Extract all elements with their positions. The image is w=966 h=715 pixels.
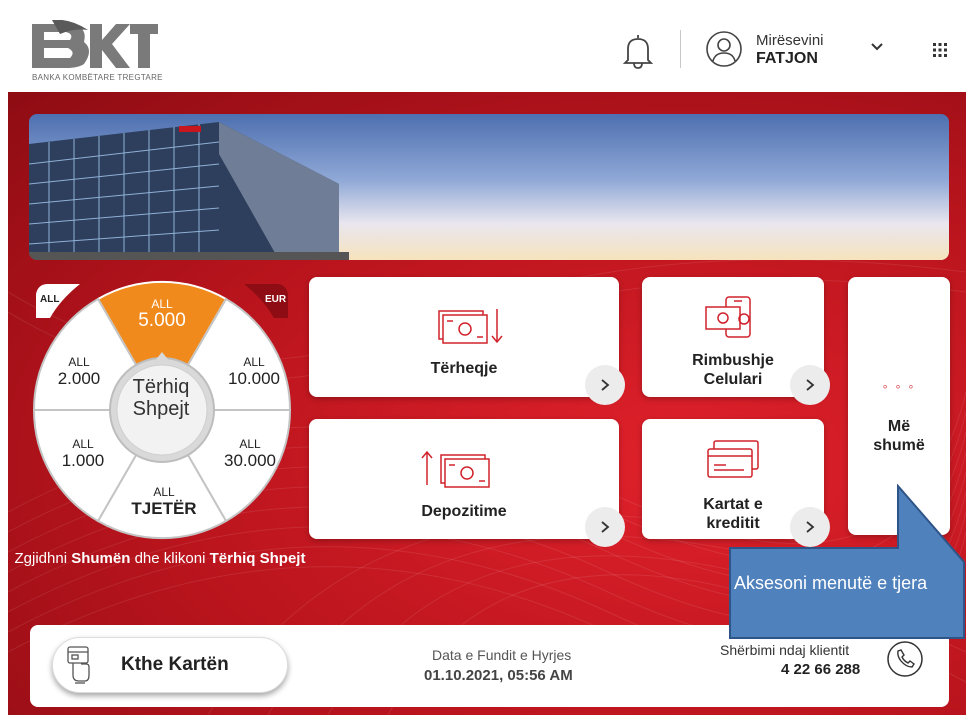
withdraw-label: Tërheqje	[430, 360, 498, 377]
help-callout	[729, 484, 965, 639]
cash-withdraw-icon	[438, 309, 503, 344]
more-label: Më shumë	[848, 417, 950, 455]
amount-option-other[interactable]: ALL TJETËR	[122, 485, 206, 519]
more-line1: Më	[887, 418, 911, 435]
building-image	[29, 122, 349, 260]
promo-banner	[29, 114, 949, 260]
instr-bold-action: Tërhiq Shpejt	[209, 550, 306, 567]
mobile-topup-line1: Rimbushje	[692, 352, 774, 369]
cash-deposit-icon	[421, 450, 490, 488]
amount-option-1000[interactable]: ALL 1.000	[50, 437, 116, 471]
currency-tag-eur[interactable]: EUR	[265, 294, 286, 305]
logo-tagline: BANKA KOMBËTARE TREGTARE	[32, 73, 163, 82]
currency-tag-all[interactable]: ALL	[40, 294, 59, 305]
bell-icon[interactable]	[620, 32, 656, 70]
mobile-topup-icon	[705, 296, 751, 338]
apps-grid-icon[interactable]	[932, 42, 948, 58]
instr-text-1: Zgjidhni	[14, 550, 72, 567]
chevron-down-icon[interactable]	[870, 42, 884, 52]
withdraw-tile[interactable]: Tërheqje	[309, 277, 625, 405]
quick-withdraw-button[interactable]: Tërhiq Shpejt	[112, 349, 210, 447]
return-card-button[interactable]: Kthe Kartën	[52, 637, 288, 693]
amount-value: 2.000	[57, 369, 101, 388]
more-line2: shumë	[873, 437, 925, 454]
wheel-instructions: Zgjidhni Shumën dhe klikoni Tërhiq Shpej…	[0, 549, 320, 569]
amount-value: 30.000	[224, 451, 276, 470]
customer-service-number: 4 22 66 288	[781, 661, 861, 678]
chevron-right-icon	[806, 379, 815, 391]
amount-value: 10.000	[228, 369, 280, 388]
amount-value: TJETËR	[131, 499, 197, 518]
amount-option-2000[interactable]: ALL 2.000	[46, 355, 112, 389]
amount-option-10000[interactable]: ALL 10.000	[218, 355, 290, 389]
deposit-tile[interactable]: Depozitime	[309, 419, 625, 547]
amount-value: 1.000	[61, 451, 105, 470]
help-callout-text: Aksesoni menutë e tjera	[734, 573, 928, 593]
last-login-label: Data e Fundit e Hyrjes	[432, 647, 572, 663]
header-bar: BANKA KOMBËTARE TREGTARE Mirësevini FATJ…	[0, 0, 966, 92]
amount-currency: ALL	[153, 485, 175, 499]
mobile-topup-tile[interactable]: Rimbushje Celulari	[642, 277, 830, 405]
amount-currency: ALL	[243, 355, 265, 369]
amount-currency: ALL	[72, 437, 94, 451]
bkt-logo-mark	[32, 20, 158, 68]
quick-withdraw-line2: Shpejt	[132, 398, 190, 420]
more-dots-icon: ◦ ◦ ◦	[882, 378, 916, 394]
amount-option-30000[interactable]: ALL 30.000	[212, 437, 288, 471]
amount-value: 5.000	[138, 310, 186, 331]
user-icon[interactable]	[705, 30, 743, 68]
amount-currency: ALL	[239, 437, 261, 451]
amount-currency: ALL	[68, 355, 90, 369]
last-login-value: 01.10.2021, 05:56 AM	[424, 667, 573, 684]
return-card-label: Kthe Kartën	[121, 654, 229, 675]
chevron-right-icon	[601, 521, 610, 533]
deposit-arrow[interactable]	[585, 507, 625, 547]
user-name: FATJON	[756, 50, 818, 67]
credit-card-icon	[707, 440, 759, 478]
instr-text-2: dhe klikoni	[130, 550, 210, 567]
quick-withdraw-line1: Tërhiq	[132, 376, 190, 398]
phone-icon[interactable]	[886, 640, 924, 678]
customer-service-label: Shërbimi ndaj klientit	[720, 642, 850, 658]
greeting-text: Mirësevini	[756, 32, 824, 49]
mobile-topup-arrow[interactable]	[790, 365, 830, 405]
amount-option-5000[interactable]: ALL 5.000	[130, 298, 194, 331]
chevron-right-icon	[601, 379, 610, 391]
deposit-label: Depozitime	[421, 503, 507, 520]
card-return-icon	[67, 646, 90, 684]
header-divider	[680, 30, 681, 68]
withdraw-arrow[interactable]	[585, 365, 625, 405]
bkt-logo: BANKA KOMBËTARE TREGTARE	[30, 20, 163, 86]
instr-bold-amount: Shumën	[71, 550, 131, 567]
